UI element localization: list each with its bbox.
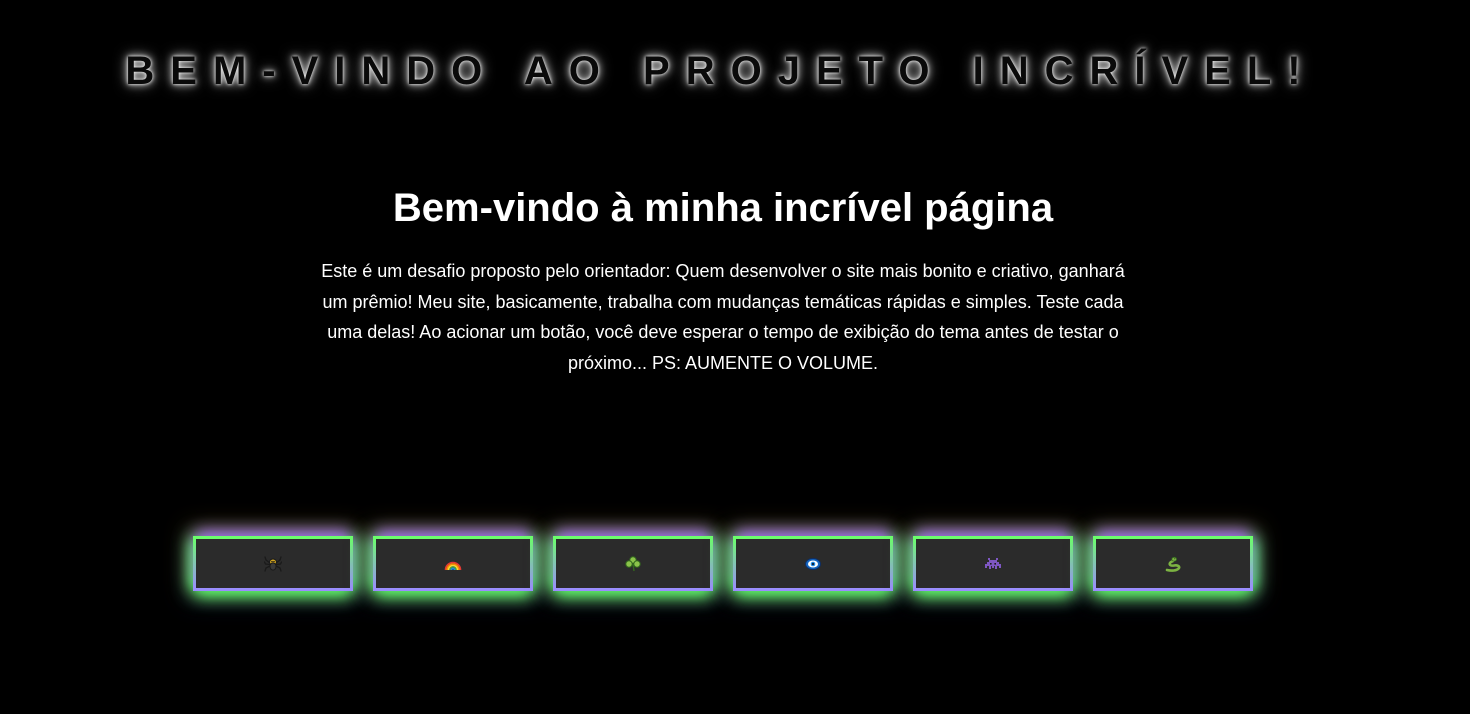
clover-icon [625,555,641,571]
theme-button-spider[interactable] [193,536,353,591]
snake-icon [1165,556,1181,572]
spider-icon [264,555,282,572]
intro-text: Este é um desafio proposto pelo orientad… [321,261,1125,373]
banner-title: BEM-VINDO AO PROJETO INCRÍVEL! [125,49,1317,93]
rainbow-icon [444,561,462,570]
theme-button-alien-monster[interactable] [913,536,1073,591]
theme-button-snake[interactable] [1093,536,1253,591]
theme-button-clover[interactable] [553,536,713,591]
theme-button-eye[interactable] [733,536,893,591]
page-title: Bem-vindo à minha incrível página [392,186,1054,230]
alien-monster-icon [985,557,1001,569]
theme-button-row [193,536,1253,591]
intro-section: Bem-vindo à minha incrível página Este é… [0,182,1446,378]
page: BEM-VINDO AO PROJETO INCRÍVEL! Bem-vindo… [0,0,1470,714]
theme-button-rainbow[interactable] [373,536,533,591]
eye-icon [805,557,821,570]
